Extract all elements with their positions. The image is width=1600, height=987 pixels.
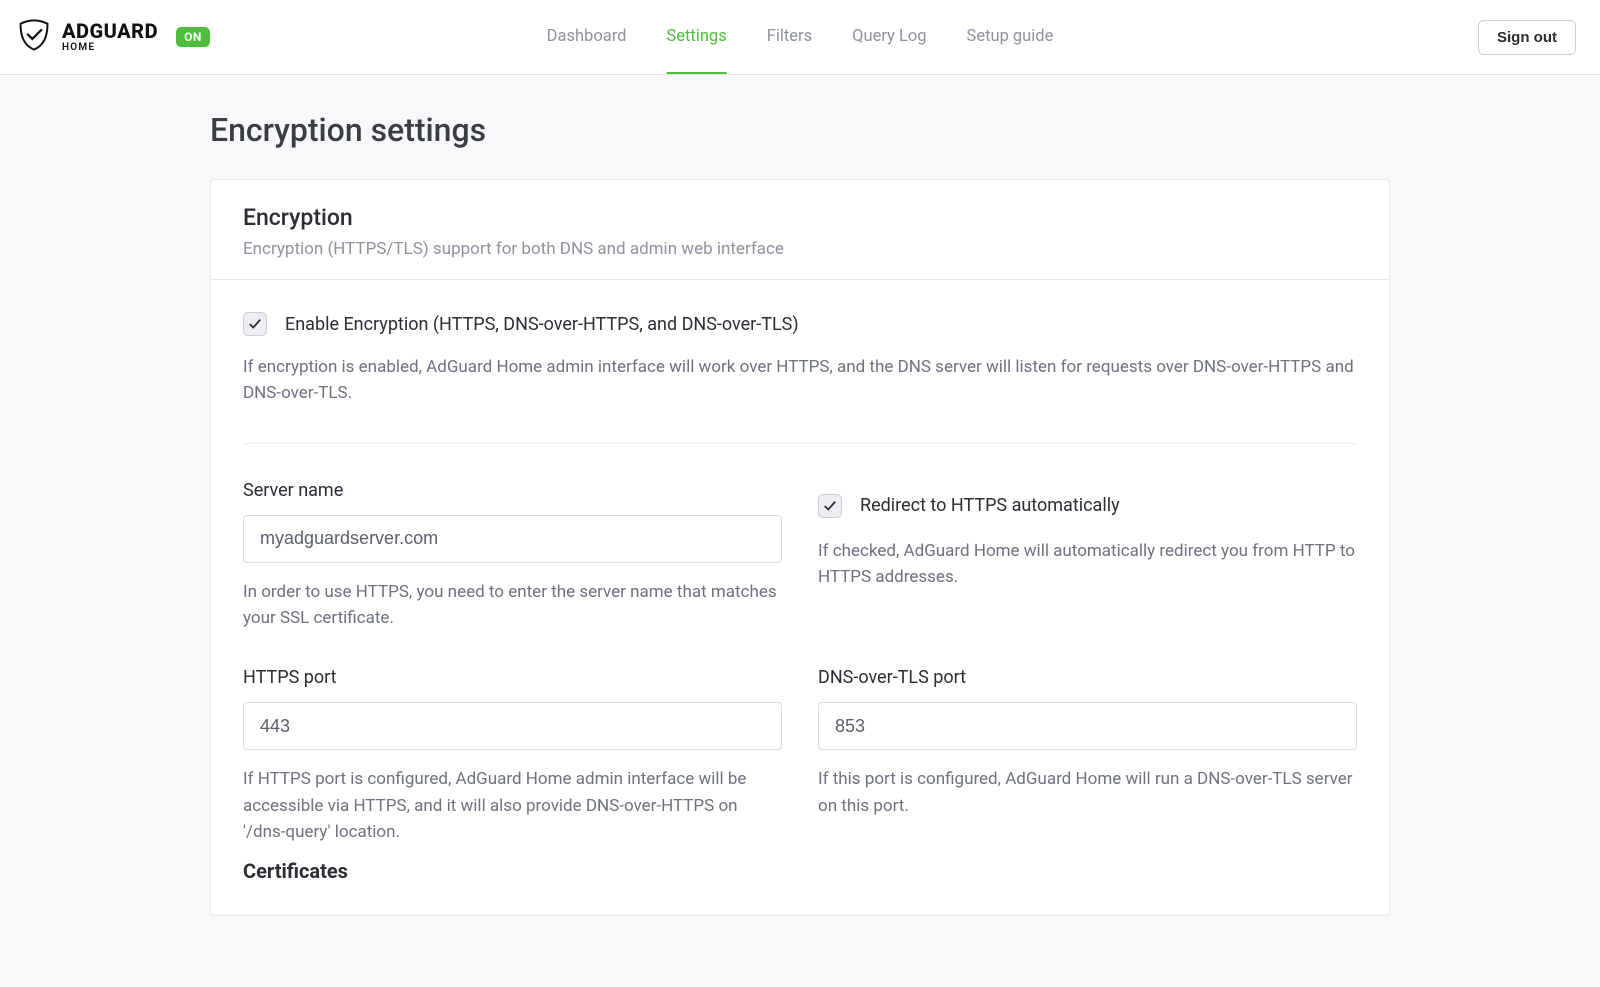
- enable-encryption-checkbox[interactable]: [243, 312, 267, 336]
- enable-encryption-label: Enable Encryption (HTTPS, DNS-over-HTTPS…: [285, 314, 799, 335]
- https-port-label: HTTPS port: [243, 667, 782, 688]
- dot-port-label: DNS-over-TLS port: [818, 667, 1357, 688]
- nav-settings[interactable]: Settings: [666, 0, 726, 74]
- redirect-help: If checked, AdGuard Home will automatica…: [818, 538, 1357, 591]
- brand-text: ADGUARD HOME: [62, 21, 158, 53]
- card-subtitle: Encryption (HTTPS/TLS) support for both …: [243, 239, 1357, 259]
- header-right: Sign out: [1478, 20, 1576, 55]
- page-container: Encryption settings Encryption Encryptio…: [210, 75, 1390, 916]
- shield-check-icon: [16, 17, 52, 57]
- redirect-block: Redirect to HTTPS automatically If check…: [818, 480, 1357, 632]
- main-nav: Dashboard Settings Filters Query Log Set…: [547, 0, 1054, 74]
- https-port-block: HTTPS port If HTTPS port is configured, …: [243, 667, 782, 845]
- redirect-label: Redirect to HTTPS automatically: [860, 495, 1120, 516]
- header-bar: ADGUARD HOME ON Dashboard Settings Filte…: [0, 0, 1600, 75]
- card-title: Encryption: [243, 204, 1357, 231]
- brand-logo-group[interactable]: ADGUARD HOME: [16, 17, 158, 57]
- nav-dashboard[interactable]: Dashboard: [547, 0, 627, 74]
- server-name-block: Server name In order to use HTTPS, you n…: [243, 480, 782, 632]
- brand-sub: HOME: [62, 43, 158, 53]
- brand-name: ADGUARD: [62, 21, 158, 41]
- sign-out-button[interactable]: Sign out: [1478, 20, 1576, 55]
- redirect-checkbox[interactable]: [818, 494, 842, 518]
- dot-port-block: DNS-over-TLS port If this port is config…: [818, 667, 1357, 845]
- encryption-card: Encryption Encryption (HTTPS/TLS) suppor…: [210, 179, 1390, 916]
- server-name-input[interactable]: [243, 515, 782, 563]
- section-divider: [243, 443, 1357, 444]
- certificates-title: Certificates: [243, 859, 1357, 883]
- fields-grid: Server name In order to use HTTPS, you n…: [243, 480, 1357, 846]
- redirect-row: Redirect to HTTPS automatically: [818, 494, 1357, 518]
- dot-port-input[interactable]: [818, 702, 1357, 750]
- https-port-input[interactable]: [243, 702, 782, 750]
- server-name-label: Server name: [243, 480, 782, 501]
- nav-filters[interactable]: Filters: [767, 0, 812, 74]
- status-badge: ON: [176, 27, 210, 47]
- enable-encryption-row: Enable Encryption (HTTPS, DNS-over-HTTPS…: [243, 312, 1357, 336]
- dot-port-help: If this port is configured, AdGuard Home…: [818, 766, 1357, 819]
- server-name-help: In order to use HTTPS, you need to enter…: [243, 579, 782, 632]
- https-port-help: If HTTPS port is configured, AdGuard Hom…: [243, 766, 782, 845]
- header-left: ADGUARD HOME ON: [16, 17, 210, 57]
- card-body: Enable Encryption (HTTPS, DNS-over-HTTPS…: [211, 280, 1389, 915]
- enable-encryption-help: If encryption is enabled, AdGuard Home a…: [243, 354, 1357, 407]
- nav-setupguide[interactable]: Setup guide: [967, 0, 1054, 74]
- nav-querylog[interactable]: Query Log: [852, 0, 926, 74]
- card-header: Encryption Encryption (HTTPS/TLS) suppor…: [211, 180, 1389, 280]
- page-title: Encryption settings: [210, 111, 1390, 149]
